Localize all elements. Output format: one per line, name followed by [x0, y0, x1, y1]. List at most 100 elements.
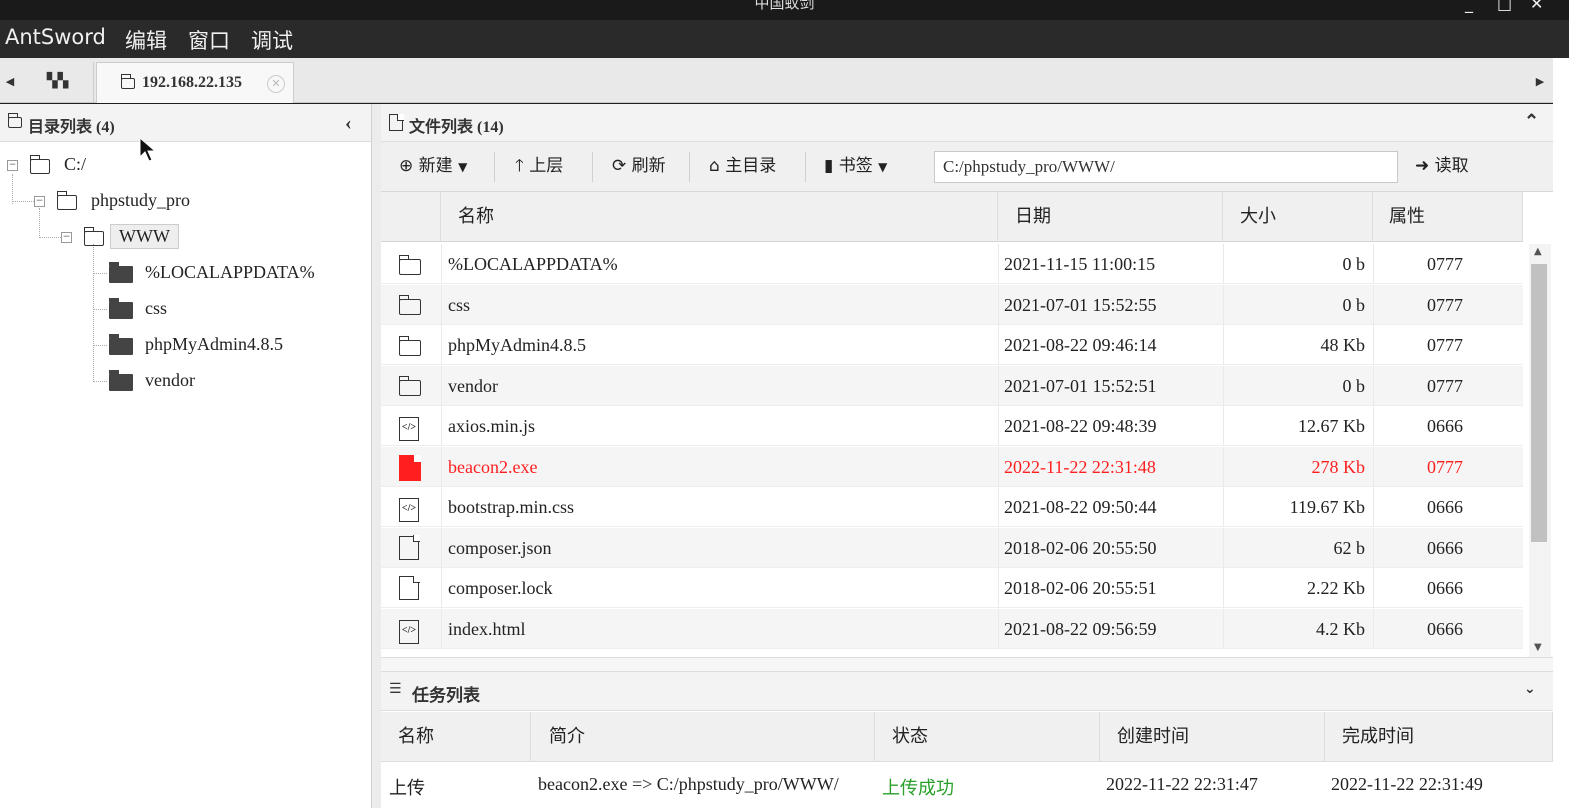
tab-home[interactable]: ▚▚ [22, 62, 94, 103]
file-row[interactable]: </> bootstrap.min.css 2021-08-22 09:50:44 1… [381, 487, 1523, 527]
file-name: axios.min.js [448, 416, 536, 436]
read-button[interactable]: ➜ 读取 [1415, 152, 1469, 180]
file-icon [389, 113, 404, 131]
tree-line [12, 174, 13, 204]
folder-icon [398, 333, 421, 356]
file-name: vendor [448, 375, 498, 396]
home-icon: ⌂ [709, 156, 720, 176]
file-row[interactable]: phpMyAdmin4.8.5 2021-08-22 09:46:14 48 Kb 0… [381, 325, 1523, 365]
file-row[interactable]: composer.lock 2018-02-06 20:55:51 2.22 Kb 0… [381, 568, 1523, 608]
file-row[interactable]: vendor 2021-07-01 15:52:51 0 b 0777 [381, 365, 1523, 406]
file-row[interactable]: css 2021-07-01 15:52:55 0 b 0777 [381, 284, 1523, 325]
directory-panel-header: 目录列表 (4) ‹ [0, 104, 371, 142]
close-button[interactable]: ✕ [1530, 0, 1543, 13]
bookmark-icon: ▮ [824, 156, 834, 176]
file-panel: 文件列表 (14) ⌃ ⊕ 新建 ▼ 🡑 上层 ⟳ 刷新 ⌂ 主目录 ▮ 书签 … [381, 104, 1553, 808]
refresh-button[interactable]: ⟳ 刷新 [612, 152, 666, 180]
task-panel-header: ☰ 任务列表 ⌄ [381, 671, 1553, 711]
file-row[interactable]: %LOCALAPPDATA% 2021-11-15 11:00:15 0 b 0777 [381, 244, 1523, 284]
chevron-down-icon[interactable]: ⌄ [1524, 681, 1536, 697]
tab-scroll-right-icon[interactable]: ▶ [1530, 58, 1550, 103]
new-button[interactable]: ⊕ 新建 ▼ [399, 152, 467, 180]
file-list-scrollbar[interactable]: ▲ ▼ [1529, 244, 1551, 657]
task-name: 上传 [389, 778, 425, 799]
tree-line [93, 381, 107, 382]
column-header-date[interactable]: 日期 [998, 192, 1223, 242]
file-grid-header: 名称 日期 大小 属性 [381, 192, 1523, 242]
tab-scroll-left-icon[interactable]: ◀ [0, 58, 20, 103]
menu-debug[interactable]: 调试 [251, 25, 293, 55]
file-date: 2021-08-22 09:46:14 [1004, 335, 1157, 355]
tree-line [39, 208, 40, 238]
task-row[interactable]: 上传 beacon2.exe => C:/phpstudy_pro/WWW/ 上… [381, 764, 1553, 808]
file-size: 0 b [1342, 375, 1366, 396]
folder-icon [109, 370, 133, 391]
new-label: 新建 [418, 156, 453, 176]
file-row[interactable]: beacon2.exe 2022-11-22 22:31:48 278 Kb 0777 [381, 446, 1523, 487]
file-date: 2022-11-22 22:31:48 [1004, 456, 1156, 477]
path-input[interactable]: C:/phpstudy_pro/WWW/ [934, 151, 1398, 183]
chevron-left-icon[interactable]: ‹ [345, 112, 352, 135]
folder-icon [29, 155, 50, 174]
icon-column-header [381, 192, 441, 242]
up-label: 上层 [529, 156, 564, 176]
tree-label: %LOCALAPPDATA% [145, 262, 315, 282]
minimize-button[interactable]: _ [1465, 0, 1473, 13]
folder-icon [398, 293, 421, 316]
folder-icon [120, 74, 135, 89]
menu-window[interactable]: 窗口 [188, 25, 230, 55]
task-column-finished[interactable]: 完成时间 [1325, 712, 1553, 762]
tree-label: phpstudy_pro [91, 190, 190, 210]
splitter[interactable] [372, 104, 381, 808]
file-row[interactable]: </> axios.min.js 2021-08-22 09:48:39 12.67 … [381, 406, 1523, 446]
up-button[interactable]: 🡑 上层 [515, 152, 563, 180]
file-attr: 0777 [1427, 335, 1463, 355]
file-attr: 0666 [1427, 578, 1463, 598]
menu-antsword[interactable]: AntSword [5, 25, 106, 49]
window-titlebar: 中国蚁剑 _ □ ✕ [0, 0, 1569, 20]
file-panel-title: 文件列表 (14) [409, 119, 504, 136]
column-header-name[interactable]: 名称 [441, 192, 998, 242]
file-size: 2.22 Kb [1307, 578, 1365, 598]
scroll-down-icon[interactable]: ▼ [1534, 642, 1542, 653]
file-size: 62 b [1333, 537, 1366, 558]
menu-edit[interactable]: 编辑 [125, 25, 167, 55]
code-file-icon: </> [399, 495, 419, 522]
folder-icon [109, 334, 133, 355]
file-row[interactable]: composer.json 2018-02-06 20:55:50 62 b 0666 [381, 527, 1523, 568]
directory-panel: 目录列表 (4) ‹ − C:/ − phpstudy_pro − WWW %L… [0, 104, 372, 808]
task-column-desc[interactable]: 简介 [531, 712, 875, 762]
column-header-attr[interactable]: 属性 [1373, 192, 1523, 242]
task-finished: 2022-11-22 22:31:49 [1331, 774, 1483, 794]
refresh-label: 刷新 [631, 156, 666, 176]
file-panel-header: 文件列表 (14) ⌃ [381, 104, 1553, 142]
bookmark-label: 书签 [838, 156, 873, 176]
folder-icon [398, 252, 421, 275]
file-row[interactable]: </> index.html 2021-08-22 09:56:59 4.2 Kb 06… [381, 608, 1523, 649]
maximize-button[interactable]: □ [1497, 0, 1512, 13]
file-date: 2018-02-06 20:55:50 [1004, 537, 1157, 558]
close-tab-icon[interactable]: ✕ [267, 75, 285, 93]
tree-label: css [145, 298, 167, 318]
resize-handle[interactable] [381, 657, 1553, 671]
file-name: beacon2.exe [448, 456, 538, 477]
collapse-icon[interactable]: − [7, 160, 18, 171]
task-column-name[interactable]: 名称 [381, 712, 531, 762]
scrollbar-thumb[interactable] [1531, 264, 1547, 542]
file-date: 2021-07-01 15:52:55 [1004, 294, 1157, 315]
arrow-right-icon: ➜ [1415, 156, 1430, 176]
collapse-icon[interactable]: − [34, 196, 45, 207]
tab-bar: ◀ ▚▚ 192.168.22.135 ✕ ▶ [0, 58, 1553, 103]
task-column-status[interactable]: 状态 [875, 712, 1100, 762]
chevron-up-icon[interactable]: ⌃ [1524, 111, 1539, 132]
file-date: 2021-08-22 09:50:44 [1004, 497, 1157, 517]
home-button[interactable]: ⌂ 主目录 [709, 152, 776, 180]
task-column-created[interactable]: 创建时间 [1100, 712, 1325, 762]
bookmark-button[interactable]: ▮ 书签 ▼ [824, 152, 887, 180]
tab-host[interactable]: 192.168.22.135 ✕ [96, 62, 294, 103]
column-header-size[interactable]: 大小 [1223, 192, 1373, 242]
scroll-up-icon[interactable]: ▲ [1534, 246, 1542, 257]
arrow-up-icon: 🡑 [515, 156, 524, 176]
file-attr: 0666 [1427, 537, 1463, 558]
collapse-icon[interactable]: − [61, 232, 72, 243]
